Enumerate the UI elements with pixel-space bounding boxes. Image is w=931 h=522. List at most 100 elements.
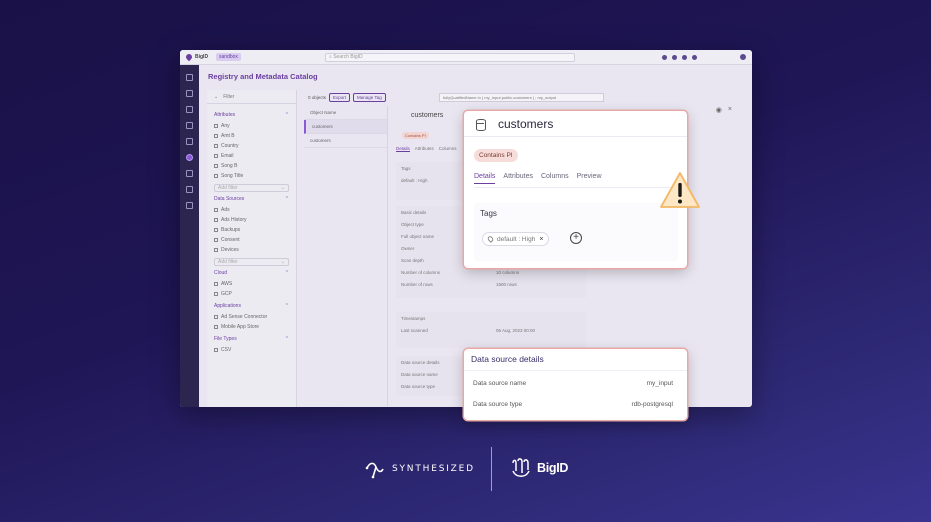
chevron-up-icon[interactable]: ⌃ (285, 303, 289, 309)
option-label: Song Title (221, 173, 244, 179)
settings-nav-icon[interactable] (186, 202, 193, 209)
filter-option[interactable]: Song B (214, 161, 289, 171)
add-filter-select[interactable]: Add filter ⌄ (214, 258, 289, 266)
documents-nav-icon[interactable] (186, 186, 193, 193)
filter-option[interactable]: Song Title (214, 171, 289, 181)
section-title: Data Sources (214, 196, 245, 202)
tag-chip[interactable]: default : High × (482, 232, 550, 246)
remove-tag-icon[interactable]: × (539, 236, 543, 243)
add-filter-select[interactable]: Add filter ⌄ (214, 184, 289, 192)
list-item[interactable]: customers (304, 134, 387, 148)
contains-pi-badge: Contains PI (474, 149, 518, 162)
comments-nav-icon[interactable] (186, 106, 193, 113)
filter-option[interactable]: Ad Sense Connector (214, 312, 289, 322)
filter-option[interactable]: Consent (214, 235, 289, 245)
customers-highlight-card: customers Contains PI Details Attributes… (464, 111, 687, 268)
filter-header[interactable]: ⌄ Filter (207, 90, 296, 104)
close-icon[interactable]: × (728, 106, 732, 114)
tab-attributes[interactable]: Attributes (503, 173, 533, 184)
filter-option[interactable]: Devices (214, 245, 289, 255)
checkbox[interactable] (214, 292, 218, 296)
dashboard-nav-icon[interactable] (186, 74, 193, 81)
checkbox[interactable] (214, 315, 218, 319)
global-search-input[interactable]: ⌕ Search BigID (325, 52, 575, 62)
filter-option[interactable]: GCP (214, 289, 289, 299)
field-value: rdb-postgresql (631, 401, 673, 408)
tab-columns[interactable]: Columns (541, 173, 569, 184)
add-tag-button[interactable]: + (570, 232, 582, 244)
filter-option[interactable]: Mobile App Store (214, 322, 289, 332)
filter-option[interactable]: Country (214, 141, 289, 151)
card-title: customers (498, 116, 554, 131)
tab-columns[interactable]: Columns (439, 146, 457, 152)
chevron-up-icon[interactable]: ⌃ (285, 112, 289, 118)
option-label: GCP (221, 291, 232, 297)
fingerprint-icon (512, 458, 530, 477)
filter-option[interactable]: Email (214, 151, 289, 161)
bigid-logo: BigID (510, 457, 568, 479)
list-item[interactable]: customers (304, 120, 387, 134)
checkbox[interactable] (214, 208, 218, 212)
checkbox[interactable] (214, 238, 218, 242)
checkbox[interactable] (214, 174, 218, 178)
partner-logos: SYNTHESIZED BigID (0, 447, 931, 491)
checkbox[interactable] (214, 218, 218, 222)
tab-details[interactable]: Details (474, 173, 496, 184)
env-badge: sandbox (216, 53, 241, 61)
chevron-up-icon[interactable]: ⌃ (285, 336, 289, 342)
tab-preview[interactable]: Preview (577, 173, 602, 184)
tags-section: Tags default : High × + (474, 203, 678, 261)
discovery-nav-icon[interactable] (186, 122, 193, 129)
tools-nav-icon[interactable] (186, 170, 193, 177)
synthesized-mark-icon (365, 462, 384, 479)
filter-option[interactable]: Ads History (214, 215, 289, 225)
export-button[interactable]: Export (329, 93, 351, 102)
details-tabs: Details Attributes Columns (396, 146, 457, 152)
option-label: Ads History (221, 217, 247, 223)
brand-logo[interactable]: BigID (180, 52, 214, 62)
checkbox[interactable] (214, 124, 218, 128)
filter-option[interactable]: Ads (214, 205, 289, 215)
checkbox[interactable] (214, 164, 218, 168)
checkbox[interactable] (214, 228, 218, 232)
eye-icon[interactable]: ◉ (716, 106, 722, 114)
help-icon[interactable] (682, 54, 687, 60)
tab-details[interactable]: Details (396, 146, 410, 152)
query-path-input[interactable]: fullyQualifiedName in ( my_input.public.… (439, 93, 604, 102)
users-nav-icon[interactable] (186, 138, 193, 145)
filter-option[interactable]: AWS (214, 279, 289, 289)
tasks-icon[interactable] (692, 54, 697, 60)
reports-nav-icon[interactable] (186, 90, 193, 97)
checkbox[interactable] (214, 134, 218, 138)
option-label: Song B (221, 163, 238, 169)
option-label: Mobile App Store (221, 324, 260, 330)
data-source-type-row: Data source type rdb-postgresql (473, 401, 673, 408)
tags-title: Tags (480, 209, 497, 218)
filter-option[interactable]: CSV (214, 345, 289, 355)
feed-icon[interactable] (662, 54, 667, 60)
checkbox[interactable] (214, 282, 218, 286)
pi-badge: Contains PI (402, 132, 429, 139)
bigid-logo-icon (184, 52, 194, 62)
checkbox[interactable] (214, 248, 218, 252)
field-value: 06 Aug, 2023 00:00 (496, 327, 536, 333)
filter-section-attributes: Attributes ⌃ Any Amt B Country Email Song… (207, 104, 296, 359)
filter-option[interactable]: Backups (214, 225, 289, 235)
checkbox[interactable] (214, 144, 218, 148)
manage-tag-button[interactable]: Manage Tag (353, 93, 386, 102)
left-nav (180, 65, 199, 407)
timestamps-title: Timestamps (401, 315, 426, 321)
checkbox[interactable] (214, 348, 218, 352)
filter-option[interactable]: Amt B (214, 131, 289, 141)
option-label: Ads (221, 207, 230, 213)
filter-option[interactable]: Any (214, 121, 289, 131)
checkbox[interactable] (214, 154, 218, 158)
chevron-up-icon[interactable]: ⌃ (285, 196, 289, 202)
notification-bell-icon[interactable] (672, 54, 677, 60)
checkbox[interactable] (214, 325, 218, 329)
catalog-nav-icon[interactable] (186, 154, 193, 161)
user-avatar-icon[interactable] (740, 54, 746, 60)
tab-attributes[interactable]: Attributes (415, 146, 434, 152)
synthesized-logo: SYNTHESIZED (365, 459, 475, 479)
chevron-up-icon[interactable]: ⌃ (285, 270, 289, 276)
